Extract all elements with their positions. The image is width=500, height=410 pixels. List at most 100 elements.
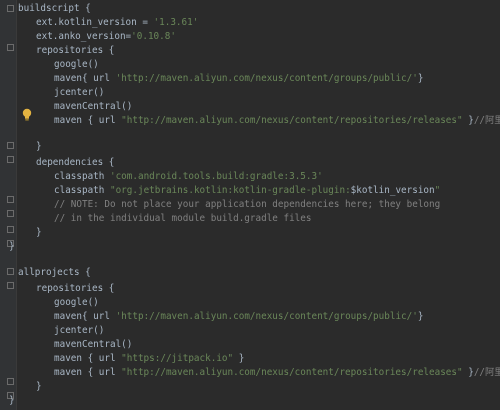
code-line[interactable]: maven { url "http://maven.aliyun.com/nex… [0, 366, 500, 380]
code-string: '0.10.8' [131, 31, 176, 42]
code-line[interactable]: maven{ url 'http://maven.aliyun.com/nexu… [0, 310, 500, 324]
code-line-text: google() [54, 58, 99, 72]
code-token: maven { url [54, 115, 122, 126]
code-comment: //阿里热修复 [473, 115, 500, 126]
code-token: buildscript { [18, 3, 91, 14]
code-line[interactable]: classpath 'com.android.tools.build:gradl… [0, 170, 500, 184]
code-line-text: google() [54, 296, 99, 310]
code-string: 'com.android.tools.build:gradle:3.5.3' [109, 171, 323, 182]
code-line-text: dependencies { [36, 156, 114, 170]
code-line-text: // in the individual module build.gradle… [54, 212, 311, 226]
code-comment: //阿里热修复 [473, 367, 500, 378]
code-token: jcenter() [54, 87, 105, 98]
code-token: mavenCentral() [54, 339, 133, 350]
code-line-text: mavenCentral() [54, 338, 132, 352]
code-token: ext.anko_version= [36, 31, 132, 42]
code-line-text: repositories { [36, 282, 114, 296]
code-token: maven{ url [54, 311, 116, 322]
code-string: "http://maven.aliyun.com/nexus/content/r… [121, 115, 463, 126]
code-token: maven{ url [54, 73, 116, 84]
code-token: } [36, 381, 42, 392]
code-line-text: ext.anko_version='0.10.8' [36, 30, 176, 44]
code-line-text: // NOTE: Do not place your application d… [54, 198, 440, 212]
code-token: } [9, 395, 15, 406]
code-line-text: repositories { [36, 44, 114, 58]
code-line-text: ext.kotlin_version = '1.3.61' [36, 16, 198, 30]
code-line[interactable]: } [0, 380, 500, 394]
code-line[interactable]: maven{ url 'http://maven.aliyun.com/nexu… [0, 72, 500, 86]
code-token: $kotlin_version [350, 185, 435, 196]
code-line[interactable]: } [0, 140, 500, 154]
code-string: "org.jetbrains.kotlin:kotlin-gradle-plug… [109, 185, 351, 196]
code-token: } [462, 115, 474, 126]
code-string: "https://jitpack.io" [121, 353, 234, 364]
code-line[interactable]: maven { url "https://jitpack.io" } [0, 352, 500, 366]
code-line-text: } [36, 380, 42, 394]
code-token: repositories { [36, 283, 115, 294]
code-line-text: } [9, 240, 15, 254]
code-token: } [36, 141, 42, 152]
code-line-text: } [9, 394, 15, 408]
code-token: jcenter() [54, 325, 105, 336]
code-token: } [417, 311, 424, 322]
code-token: classpath [54, 185, 110, 196]
code-token: classpath [54, 171, 110, 182]
code-token: mavenCentral() [54, 101, 133, 112]
code-line[interactable]: jcenter() [0, 324, 500, 338]
code-token: } [9, 241, 15, 252]
code-token: google() [54, 297, 99, 308]
code-string: 'http://maven.aliyun.com/nexus/content/g… [115, 311, 418, 322]
code-line[interactable]: dependencies { [0, 156, 500, 170]
code-line[interactable]: } [0, 240, 500, 254]
code-line-text: maven { url "http://maven.aliyun.com/nex… [54, 366, 500, 380]
code-string: "http://maven.aliyun.com/nexus/content/r… [121, 367, 463, 378]
code-string: 'http://maven.aliyun.com/nexus/content/g… [115, 73, 418, 84]
code-string: '1.3.61' [153, 17, 199, 28]
code-line-text: jcenter() [54, 86, 104, 100]
code-line-text: classpath 'com.android.tools.build:gradl… [54, 170, 323, 184]
code-line-text: buildscript { [18, 2, 91, 16]
code-editor[interactable]: buildscript { ext.kotlin_version = '1.3.6… [0, 0, 500, 410]
code-token: } [462, 367, 474, 378]
code-token: allprojects { [18, 267, 91, 278]
code-line[interactable]: classpath "org.jetbrains.kotlin:kotlin-g… [0, 184, 500, 198]
code-line[interactable]: maven { url "http://maven.aliyun.com/nex… [0, 114, 500, 128]
code-comment: // NOTE: Do not place your application d… [54, 199, 441, 210]
code-token: repositories { [36, 45, 115, 56]
code-line[interactable]: } [0, 394, 500, 408]
code-token: dependencies { [36, 157, 115, 168]
code-line-text: jcenter() [54, 324, 104, 338]
code-line[interactable]: repositories { [0, 282, 500, 296]
code-line-text: maven{ url 'http://maven.aliyun.com/nexu… [54, 310, 423, 324]
code-token: maven { url [54, 353, 122, 364]
code-string: " [434, 185, 441, 196]
code-line-text: maven { url "https://jitpack.io" } [54, 352, 244, 366]
code-line[interactable]: ext.anko_version='0.10.8' [0, 30, 500, 44]
code-token: ext.kotlin_version = [36, 17, 154, 28]
code-line[interactable]: mavenCentral() [0, 338, 500, 352]
code-line[interactable]: // NOTE: Do not place your application d… [0, 198, 500, 212]
code-line[interactable]: allprojects { [0, 266, 500, 280]
code-token: } [36, 227, 42, 238]
code-token: google() [54, 59, 99, 70]
code-line[interactable]: mavenCentral() [0, 100, 500, 114]
code-line[interactable]: jcenter() [0, 86, 500, 100]
code-line[interactable]: google() [0, 296, 500, 310]
code-line-text: allprojects { [18, 266, 91, 280]
code-line-text: } [36, 140, 42, 154]
code-line-text: mavenCentral() [54, 100, 132, 114]
code-line-text: maven{ url 'http://maven.aliyun.com/nexu… [54, 72, 423, 86]
code-line[interactable]: // in the individual module build.gradle… [0, 212, 500, 226]
code-line[interactable]: repositories { [0, 44, 500, 58]
code-line[interactable]: } [0, 226, 500, 240]
code-comment: // in the individual module build.gradle… [54, 213, 312, 224]
code-token: } [417, 73, 424, 84]
code-line[interactable]: google() [0, 58, 500, 72]
code-token: } [233, 353, 245, 364]
code-line-text: } [36, 226, 42, 240]
code-area[interactable]: buildscript { ext.kotlin_version = '1.3.6… [0, 0, 500, 410]
code-token: maven { url [54, 367, 122, 378]
code-line[interactable]: buildscript { [0, 2, 500, 16]
code-line-text: classpath "org.jetbrains.kotlin:kotlin-g… [54, 184, 440, 198]
code-line[interactable]: ext.kotlin_version = '1.3.61' [0, 16, 500, 30]
